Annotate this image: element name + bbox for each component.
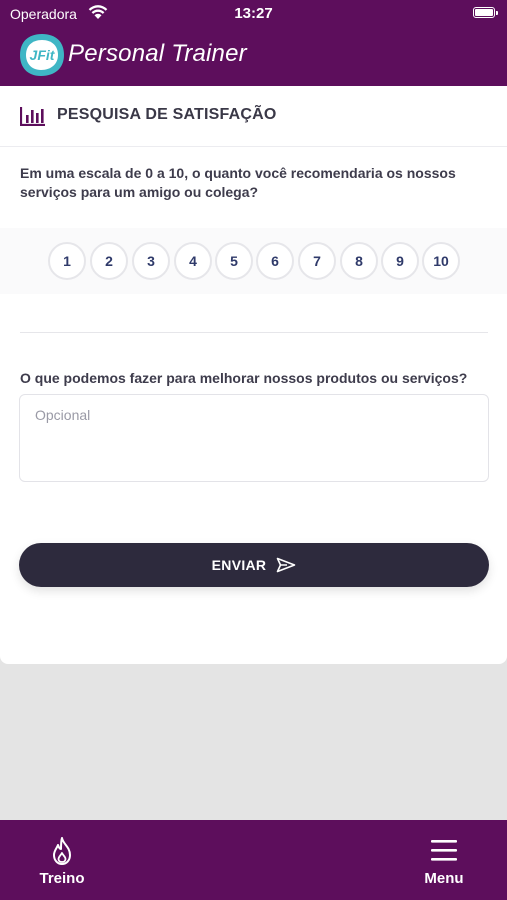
rating-option-6[interactable]: 6 — [256, 242, 294, 280]
rating-option-4[interactable]: 4 — [174, 242, 212, 280]
app-header: Operadora 13:27 JFit Personal Trainer — [0, 0, 507, 86]
send-button[interactable]: ENVIAR — [19, 543, 489, 587]
nav-item-menu[interactable]: Menu — [404, 836, 484, 887]
rating-option-8[interactable]: 8 — [340, 242, 378, 280]
rating-option-10[interactable]: 10 — [422, 242, 460, 280]
nav-label-treino: Treino — [39, 870, 85, 887]
rating-option-5[interactable]: 5 — [215, 242, 253, 280]
rating-option-3[interactable]: 3 — [132, 242, 170, 280]
page-title: PESQUISA DE SATISFAÇÃO — [57, 106, 277, 123]
status-bar: Operadora 13:27 — [0, 0, 507, 28]
nav-item-treino[interactable]: Treino — [22, 836, 102, 887]
status-time: 13:27 — [234, 5, 273, 22]
logo-text: Personal Trainer — [68, 40, 247, 67]
section-divider — [20, 332, 488, 333]
card-header: PESQUISA DE SATISFAÇÃO — [0, 86, 507, 147]
hamburger-menu-icon — [431, 840, 457, 861]
jfit-logo-icon: JFit — [20, 34, 64, 76]
survey-card: PESQUISA DE SATISFAÇÃO Em uma escala de … — [0, 86, 507, 664]
bottom-nav: Treino Menu — [0, 820, 507, 900]
logo-mark-text: JFit — [30, 47, 56, 63]
rating-option-7[interactable]: 7 — [298, 242, 336, 280]
rating-option-1[interactable]: 1 — [48, 242, 86, 280]
flame-icon — [53, 837, 71, 865]
nps-question: Em uma escala de 0 a 10, o quanto você r… — [20, 165, 456, 200]
send-button-label: ENVIAR — [211, 557, 267, 573]
rating-option-9[interactable]: 9 — [381, 242, 419, 280]
nav-label-menu: Menu — [424, 870, 464, 887]
send-icon — [277, 557, 296, 573]
rating-option-2[interactable]: 2 — [90, 242, 128, 280]
battery-icon — [473, 7, 498, 18]
feedback-question: O que podemos fazer para melhorar nossos… — [20, 370, 468, 386]
bar-chart-icon — [20, 107, 45, 126]
feedback-textarea[interactable] — [19, 394, 489, 482]
